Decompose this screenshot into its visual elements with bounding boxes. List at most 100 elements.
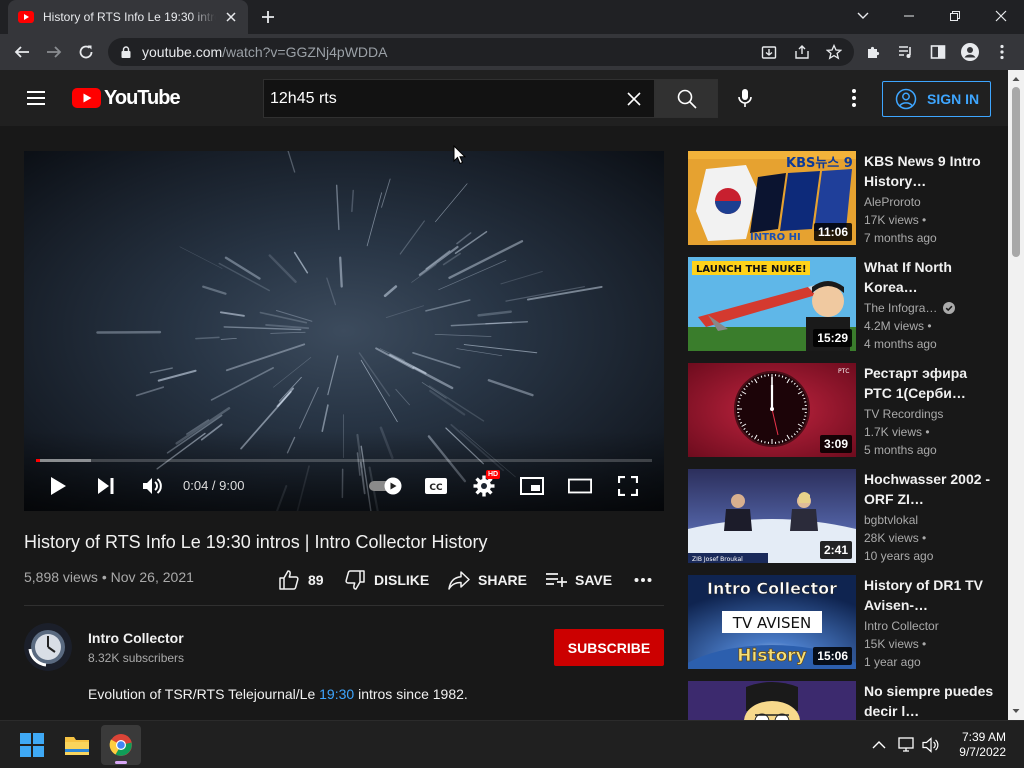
extensions-button[interactable] (864, 42, 884, 62)
restore-button[interactable] (932, 0, 978, 32)
scroll-down-arrow-icon[interactable] (1008, 704, 1024, 718)
light-streak (399, 220, 425, 255)
tab-search-button[interactable] (840, 0, 886, 32)
search-button[interactable] (655, 79, 718, 118)
recommendation-title[interactable]: What If North Korea… (864, 257, 994, 297)
start-button[interactable] (12, 725, 52, 765)
address-bar[interactable]: youtube.com/watch?v=GGZNj4pWDDA (108, 38, 854, 66)
file-explorer-button[interactable] (57, 725, 97, 765)
clear-search-icon[interactable] (622, 87, 646, 111)
recommendation-thumbnail[interactable]: LAUNCH THE NUKE! 15:29 (688, 257, 856, 351)
miniplayer-button[interactable] (520, 474, 544, 498)
recommendation-channel[interactable]: bgbtvlokal (864, 513, 918, 527)
scroll-up-arrow-icon[interactable] (1008, 72, 1024, 86)
chevron-up-icon[interactable] (872, 740, 886, 750)
light-streak (487, 379, 534, 397)
recommendation-thumbnail[interactable]: KBS뉴스 9 INTRO HI 11:06 (688, 151, 856, 245)
reload-icon (79, 45, 93, 59)
close-window-button[interactable] (978, 0, 1024, 32)
light-streak (219, 311, 245, 317)
side-panel-icon (930, 45, 946, 59)
subtitles-button[interactable]: CC (424, 474, 448, 498)
settings-more-icon[interactable] (842, 86, 866, 110)
thumb-text-rts: РТС (838, 368, 849, 375)
video-player[interactable]: 0:04 / 9:00 CC HD (24, 151, 664, 511)
dislike-button[interactable]: DISLIKE (344, 568, 429, 592)
chrome-taskbar-button[interactable] (101, 725, 141, 765)
microphone-icon[interactable] (733, 86, 757, 110)
more-actions-button[interactable] (634, 568, 660, 592)
profile-button[interactable] (960, 42, 980, 62)
recommendation-thumbnail[interactable]: РТС 3:09 (688, 363, 856, 457)
like-button[interactable]: 89 (278, 568, 324, 592)
recommendation-item[interactable]: LAUNCH THE NUKE! 15:29 What If North Kor… (688, 257, 1000, 351)
time-display: 0:04 / 9:00 (183, 478, 245, 493)
arrow-right-icon (47, 46, 62, 58)
share-page-button[interactable] (792, 42, 812, 62)
forward-button[interactable] (44, 42, 64, 62)
new-tab-icon[interactable] (260, 9, 276, 25)
install-icon (761, 46, 777, 59)
fullscreen-button[interactable] (616, 474, 640, 498)
next-button[interactable] (94, 474, 118, 498)
recommendation-item[interactable]: KBS뉴스 9 INTRO HI 11:06 KBS News 9 Intro … (688, 151, 1000, 245)
subscribe-button[interactable]: SUBSCRIBE (554, 629, 664, 666)
speaker-icon[interactable] (922, 737, 940, 753)
recommendation-channel[interactable]: AleProroto (864, 195, 921, 209)
recommendation-channel[interactable]: Intro Collector (864, 619, 939, 633)
share-arrow-icon (448, 571, 470, 590)
chrome-icon (109, 734, 132, 756)
mute-button[interactable] (141, 474, 165, 498)
side-panel-button[interactable] (928, 42, 948, 62)
back-button[interactable] (12, 42, 32, 62)
install-app-button[interactable] (759, 42, 779, 62)
recommendation-title[interactable]: KBS News 9 Intro History… (864, 151, 994, 191)
watch-page: 0:04 / 9:00 CC HD History of RTS Info Le… (0, 126, 1008, 720)
settings-button[interactable]: HD (472, 470, 501, 498)
video-stats: 5,898 views • Nov 26, 2021 (24, 569, 194, 585)
share-button[interactable]: SHARE (448, 568, 527, 592)
recommendation-item[interactable]: ZIB Josef Broukal 2:41 Hochwasser 2002 -… (688, 469, 1000, 563)
browser-menu-button[interactable] (992, 42, 1012, 62)
page-scrollbar[interactable] (1008, 70, 1024, 720)
scrollbar-thumb[interactable] (1012, 87, 1020, 257)
reload-button[interactable] (76, 42, 96, 62)
recommendation-title[interactable]: No siempre puedes decir l… (864, 681, 994, 720)
recommendation-item[interactable]: Intro Collector TV AVISEN History 15:06 … (688, 575, 1000, 669)
play-button[interactable] (46, 474, 70, 498)
lock-icon[interactable] (120, 46, 132, 58)
light-streak (434, 334, 492, 337)
recommendation-title[interactable]: Hochwasser 2002 - ORF ZI… (864, 469, 994, 509)
save-button[interactable]: SAVE (545, 568, 612, 592)
close-tab-icon[interactable] (224, 10, 238, 24)
recommendation-thumbnail[interactable] (688, 681, 856, 720)
bookmark-button[interactable] (824, 42, 844, 62)
progress-bar[interactable] (36, 459, 652, 462)
network-icon[interactable] (898, 737, 916, 753)
recommendation-title[interactable]: History of DR1 TV Avisen-… (864, 575, 994, 615)
recommendation-title[interactable]: Рестарт эфира РТС 1(Серби… (864, 363, 994, 403)
description-timestamp-link[interactable]: 19:30 (319, 686, 354, 702)
recommendation-item[interactable]: No siempre puedes decir l… (688, 681, 1000, 720)
minimize-button[interactable] (886, 0, 932, 32)
recommendation-item[interactable]: РТС 3:09 Рестарт эфира РТС 1(Серби… TV R… (688, 363, 1000, 457)
channel-avatar[interactable] (24, 623, 72, 671)
channel-name[interactable]: Intro Collector (88, 630, 184, 646)
search-query[interactable]: 12h45 rts (270, 90, 622, 108)
theater-mode-button[interactable] (568, 474, 592, 498)
taskbar-clock[interactable]: 7:39 AM 9/7/2022 (959, 730, 1006, 760)
light-streak (366, 192, 383, 247)
recommendation-thumbnail[interactable]: ZIB Josef Broukal 2:41 (688, 469, 856, 563)
recommendation-thumbnail[interactable]: Intro Collector TV AVISEN History 15:06 (688, 575, 856, 669)
search-input[interactable]: 12h45 rts (263, 79, 655, 118)
sign-in-button[interactable]: SIGN IN (882, 81, 991, 117)
thumbs-down-icon (345, 570, 365, 590)
browser-tab[interactable]: History of RTS Info Le 19:30 intros | In… (8, 0, 248, 34)
autoplay-toggle[interactable] (368, 474, 404, 498)
recommendation-channel[interactable]: The Infogra… (864, 301, 956, 315)
media-control-button[interactable] (896, 42, 916, 62)
recommendation-channel[interactable]: TV Recordings (864, 407, 943, 421)
hamburger-menu-icon[interactable] (24, 86, 48, 110)
youtube-logo[interactable]: YouTube (72, 87, 181, 109)
verified-badge-icon (943, 302, 956, 314)
